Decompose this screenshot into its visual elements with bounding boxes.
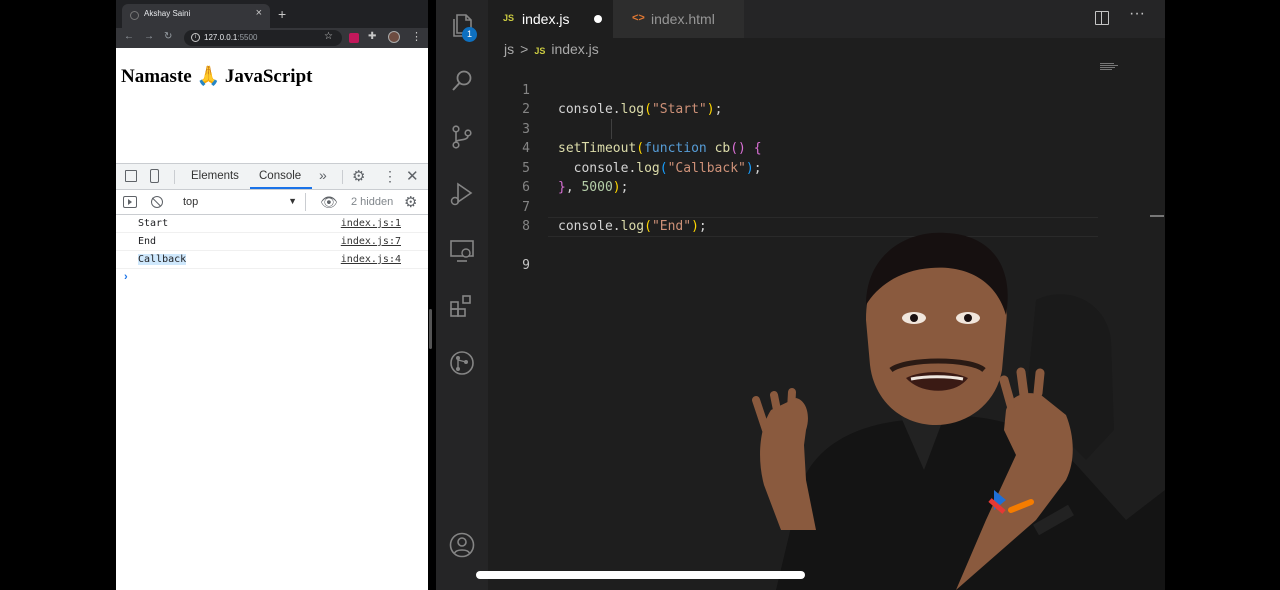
dropdown-arrow-icon: ▼ [288,196,297,206]
screen: Akshay Saini × + ← → ↻ i 127.0.0.1:5500 … [0,0,1280,590]
breadcrumb-file[interactable]: index.js [551,41,598,57]
site-info-icon[interactable]: i [191,33,200,42]
home-indicator [476,571,805,579]
context-value: top [183,196,199,208]
code-line[interactable]: 7 console.log("End"); [488,178,1165,235]
presenter-video [752,232,1165,590]
divider [342,170,343,184]
console-message-text: Start [138,218,169,229]
code-line[interactable]: 8 [488,198,1165,234]
split-editor-icon[interactable] [1095,11,1109,25]
js-file-icon: JS [534,46,546,56]
tab-console[interactable]: Console [259,170,301,182]
breadcrumb-folder[interactable]: js [504,41,514,57]
scrollbar-marker[interactable] [1150,215,1164,217]
console-message-source[interactable]: index.js:7 [341,236,401,247]
console-prompt[interactable]: › [124,271,128,283]
browser-tabstrip: Akshay Saini × + [116,0,428,28]
console-message-text: End [138,236,157,247]
code-line[interactable]: 5 }, 5000); [488,139,1165,196]
active-tab-indicator [250,187,312,189]
settings-icon[interactable]: ⚙ [352,167,365,185]
tab-label: index.js [522,11,570,27]
tab-index-js[interactable]: JS index.js [488,0,613,38]
js-file-icon: JS [503,13,515,23]
bookmark-star-icon[interactable]: ☆ [324,31,333,42]
split-view-handle[interactable] [429,309,432,349]
browser-tab[interactable]: Akshay Saini × [122,4,270,28]
back-icon[interactable]: ← [124,31,134,42]
live-expression-icon[interactable]: 👁 [320,194,338,211]
code-line[interactable]: 4 console.log("Callback"); [488,120,1165,176]
code-line[interactable]: 6 [488,159,1165,195]
vscode-window: 1 JS index.js <> index.html ··· js > JS … [436,0,1165,590]
console-settings-icon[interactable]: ⚙ [404,193,417,211]
tab-close-icon[interactable]: × [256,7,262,19]
code-editor[interactable]: 1 console.log("Start"); 2 3 setTimeout(f… [488,61,1165,273]
extensions-icon[interactable] [449,293,475,319]
code-line[interactable]: 2 [488,81,1165,117]
editor-tabs: JS index.js <> index.html ··· [488,0,1165,38]
html-file-icon: <> [632,12,645,24]
reload-icon[interactable]: ↻ [164,31,172,42]
more-tabs-icon[interactable]: » [319,167,327,183]
browser-menu-icon[interactable]: ⋮ [411,30,422,43]
browser-tab-title: Akshay Saini [144,9,191,18]
more-actions-icon[interactable]: ··· [1129,5,1145,23]
console-message: Callback index.js:4 [116,251,428,269]
search-icon[interactable] [449,68,475,94]
inspect-icon[interactable] [125,170,137,182]
console-messages: Start index.js:1 End index.js:7 Callback… [116,215,428,283]
line-number: 9 [522,258,530,273]
puzzle-extensions-icon[interactable]: ✚ [368,31,376,42]
console-message: End index.js:7 [116,233,428,251]
minimap-line [1100,63,1114,64]
git-graph-icon[interactable] [449,350,475,376]
forward-icon[interactable]: → [144,31,154,42]
files-badge: 1 [462,27,477,42]
extension-icon[interactable] [349,33,359,43]
remote-explorer-icon[interactable] [449,238,475,264]
breadcrumb: js > JS index.js [504,41,605,59]
divider [174,170,175,184]
code-line[interactable]: 1 console.log("Start"); [488,61,1165,118]
source-control-icon[interactable] [449,124,475,150]
tab-index-html[interactable]: <> index.html [613,0,744,38]
profile-avatar[interactable] [388,31,400,43]
url-text: 127.0.0.1:5500 [204,33,258,42]
indent-guide [611,119,612,139]
minimap[interactable] [1100,62,1148,72]
minimap-line [1100,65,1118,66]
unsaved-dot-icon[interactable] [594,15,602,23]
console-message-source[interactable]: index.js:4 [341,254,401,265]
close-icon[interactable]: ✕ [406,167,419,185]
chevron-right-icon: > [520,41,529,57]
console-filter-bar: top ▼ 👁 2 hidden ⚙ [116,190,428,215]
context-select[interactable]: top ▼ [176,193,306,211]
sidebar-toggle-icon[interactable] [123,196,137,208]
console-message-source[interactable]: index.js:1 [341,218,401,229]
console-message-text: Callback [138,254,187,265]
globe-icon [130,11,139,20]
browser-window: Akshay Saini × + ← → ↻ i 127.0.0.1:5500 … [116,0,428,590]
minimap-line [1100,69,1112,70]
address-bar[interactable]: i 127.0.0.1:5500 [184,30,342,46]
devtools-tabbar: Elements Console » ⚙ ⋮ ✕ [116,164,428,190]
minimap-line [1100,67,1115,68]
browser-toolbar: ← → ↻ i 127.0.0.1:5500 ☆ ✚ ⋮ [116,28,428,48]
run-debug-icon[interactable] [449,181,475,207]
page-heading: Namaste 🙏 JavaScript [121,66,313,87]
devtools-panel: Elements Console » ⚙ ⋮ ✕ top ▼ 👁 2 hidde… [116,163,428,590]
account-icon[interactable] [449,532,475,558]
kebab-icon[interactable]: ⋮ [383,168,397,185]
code-line[interactable]: 3 setTimeout(function cb() { [488,100,1165,157]
new-tab-button[interactable]: + [278,6,286,22]
hidden-count[interactable]: 2 hidden [351,196,393,208]
console-message: Start index.js:1 [116,215,428,233]
tab-elements[interactable]: Elements [191,170,239,182]
device-toolbar-icon[interactable] [150,169,159,183]
tab-label: index.html [651,11,715,27]
activity-bar: 1 [436,0,488,590]
clear-console-icon[interactable] [151,196,163,208]
